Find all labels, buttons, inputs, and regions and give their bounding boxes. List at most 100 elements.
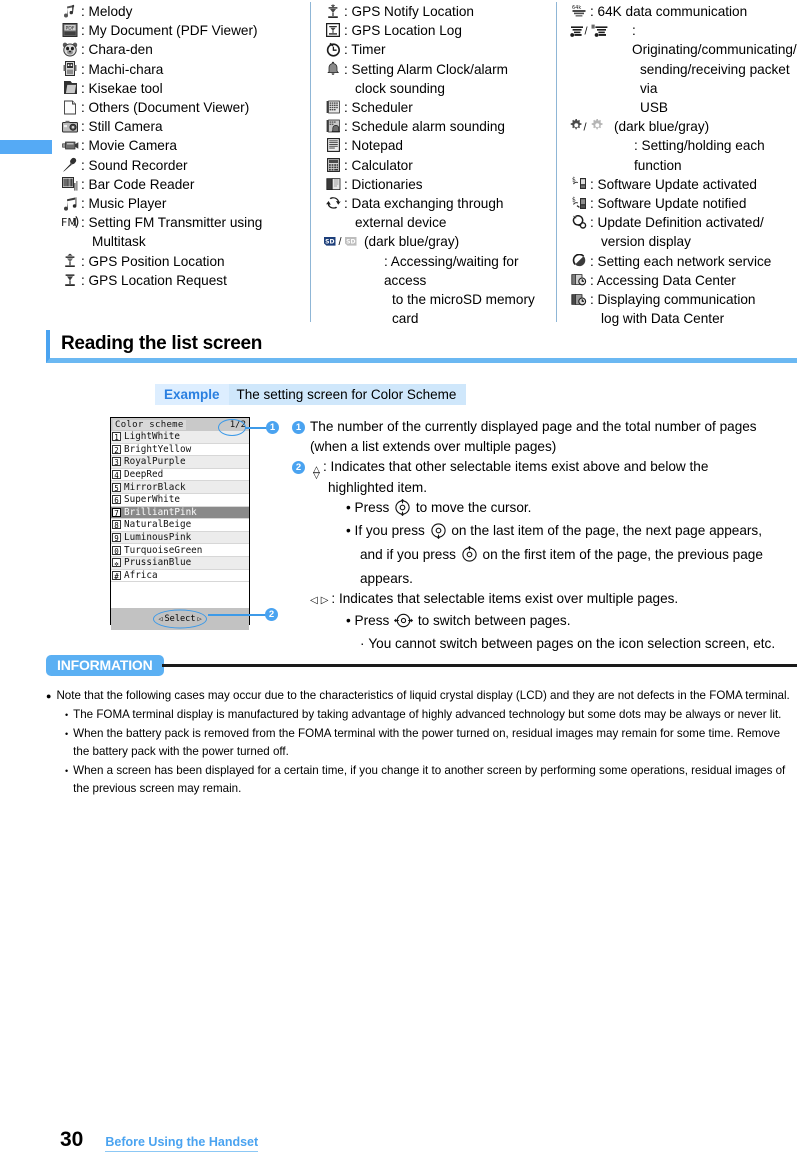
dot-bullet-icon: •	[65, 710, 69, 721]
calculator-icon	[323, 156, 343, 174]
annotation-2-b1-pre: Press	[354, 499, 390, 515]
information-rule	[161, 664, 797, 667]
legend-entry: : Machi-chara	[60, 60, 302, 79]
legend-entry-line2: : Accessing/waiting for access	[384, 253, 519, 288]
annotation-badge-2: 2	[292, 461, 305, 475]
up-down-arrow-icon: △ ▽	[313, 464, 320, 481]
svg-text:/: /	[584, 121, 588, 133]
list-item[interactable]: 2 BrightYellow	[111, 444, 249, 457]
legend-entry-line2: version display	[601, 234, 691, 250]
annotation-3-line1: : Indicates that selectable items exist …	[331, 591, 679, 607]
list-item[interactable]: 6 SuperWhite	[111, 494, 249, 507]
list-item-label: BrilliantPink	[124, 506, 197, 518]
legend-entry-text: : Chara-den	[81, 42, 153, 58]
legend-entry: : GPS Notify Location	[323, 2, 548, 21]
melody-note-icon	[60, 2, 80, 20]
navigation-key-left-right-icon	[393, 612, 414, 635]
callout-leader-2	[208, 614, 266, 616]
list-item[interactable]: 0 TurquoiseGreen	[111, 544, 249, 557]
legend-entry: $ : Software Update notified	[569, 194, 789, 213]
notepad-icon	[323, 136, 343, 154]
legend-entry-line1: (dark blue/gray)	[364, 234, 460, 250]
movie-camera-icon	[60, 136, 80, 154]
example-tag: Example	[155, 384, 229, 405]
legend-entry: : GPS Location Log	[323, 21, 548, 40]
usb-packet-pair-icon: /	[569, 21, 611, 39]
legend-entry-text: : Music Player	[81, 196, 167, 212]
legend-entry-text: : Displaying communication log with Data…	[590, 290, 789, 328]
legend-entry-line2: clock sounding	[355, 80, 445, 96]
legend-entry-text: : Accessing Data Center	[590, 272, 736, 288]
list-empty-area	[111, 582, 249, 609]
information-note-text: When a screen has been displayed for a c…	[73, 763, 786, 796]
list-item[interactable]: 5 MirrorBlack	[111, 481, 249, 494]
annotation-2-line1: : Indicates that other selectable items …	[323, 459, 709, 475]
list-item[interactable]: # Africa	[111, 570, 249, 583]
legend-entry: : Melody	[60, 2, 302, 21]
legend-entry: 64k : 64K data communication	[569, 2, 789, 21]
list-item[interactable]: 4 DeepRed	[111, 469, 249, 482]
legend-entry-line2: : Setting/holding each function	[634, 138, 765, 173]
legend-entry-line3: USB	[640, 100, 668, 116]
list-item[interactable]: ✲ PrussianBlue	[111, 556, 249, 570]
legend-entry: : Movie Camera	[60, 136, 302, 155]
annotation-2-b1-post: to move the cursor.	[415, 499, 532, 515]
timer-icon	[323, 40, 343, 58]
information-note-text: When the battery pack is removed from th…	[73, 726, 781, 759]
list-item[interactable]: 3 RoyalPurple	[111, 456, 249, 469]
annotation-3-b1-post: to switch between pages.	[417, 612, 571, 628]
legend-entry: : Kisekae tool	[60, 79, 302, 98]
music-player-icon	[60, 194, 80, 212]
list-item-label: NaturalBeige	[124, 519, 192, 531]
legend-entry-text: : GPS Location Request	[81, 272, 227, 288]
navigation-key-up-icon	[461, 545, 478, 569]
machi-chara-icon	[60, 60, 80, 78]
list-item-key: 9	[112, 533, 121, 543]
dictionaries-icon	[323, 175, 343, 193]
annotation-2-line2: highlighted item.	[328, 480, 427, 496]
legend-column-3: 64k : 64K data communication / : Origina…	[556, 2, 797, 326]
annotation-item-1: 1 The number of the currently displayed …	[292, 417, 797, 456]
list-item[interactable]: 8 NaturalBeige	[111, 519, 249, 532]
legend-entry: FM : Setting FM Transmitter using Multit…	[60, 213, 302, 251]
chara-den-icon	[60, 40, 80, 58]
legend-entry: : Accessing Data Center	[569, 271, 789, 290]
sound-recorder-icon	[60, 156, 80, 174]
legend-entry: : Sound Recorder	[60, 156, 302, 175]
legend-entry-text: : Notepad	[344, 138, 403, 154]
information-note-sub: • When the battery pack is removed from …	[65, 725, 797, 762]
legend-entry: / (dark blue/gray) : Setting/holding eac…	[569, 117, 789, 175]
legend-entry-text: : Others (Document Viewer)	[81, 100, 250, 116]
legend-entry-text: : Originating/communicating/ sending/rec…	[612, 21, 797, 117]
list-item-label: DeepRed	[124, 469, 164, 481]
list-item-key: 7	[112, 507, 121, 518]
fm-transmitter-icon: FM	[60, 213, 80, 231]
footer-breadcrumb[interactable]: Before Using the Handset	[105, 1135, 259, 1152]
software-update-notified-icon: $	[569, 194, 589, 212]
legend-entry-text: : Sound Recorder	[81, 157, 188, 173]
svg-text:64k: 64k	[572, 5, 581, 11]
legend-entry: : Others (Document Viewer)	[60, 98, 302, 117]
list-item-key: 3	[112, 457, 121, 467]
legend-entry: : Scheduler	[323, 98, 548, 117]
list-item-label: PrussianBlue	[124, 557, 192, 569]
list-item-key: 8	[112, 520, 121, 530]
legend-entry-line2: sending/receiving packet via	[640, 61, 790, 96]
example-caption: The setting screen for Color Scheme	[228, 384, 467, 405]
dot-bullet-icon: •	[65, 728, 69, 739]
legend-entry-text: : GPS Location Log	[344, 23, 462, 39]
list-item-key: 6	[112, 495, 121, 505]
data-exchange-icon	[323, 194, 343, 212]
list-item[interactable]: 9 LuminousPink	[111, 531, 249, 545]
gps-notify-location-icon	[323, 2, 343, 20]
legend-entry-text: : Setting each network service	[590, 253, 772, 269]
callout-badge-1: 1	[266, 421, 279, 434]
softkey-select[interactable]: ◁ Select ▷	[152, 609, 207, 629]
annotations: 1 The number of the currently displayed …	[292, 417, 797, 654]
annotation-item-3: ◁▷: Indicates that selectable items exis…	[310, 591, 776, 652]
callout-badge-2: 2	[265, 608, 278, 621]
annotation-item-2: 2 △ ▽ : Indicates that other selectable i…	[292, 457, 797, 588]
legend-entry: / : Originating/communicating/ sending/r…	[569, 21, 797, 117]
legend-entry-text: : Still Camera	[81, 119, 163, 135]
list-item-selected[interactable]: 7 BrilliantPink	[111, 506, 249, 520]
